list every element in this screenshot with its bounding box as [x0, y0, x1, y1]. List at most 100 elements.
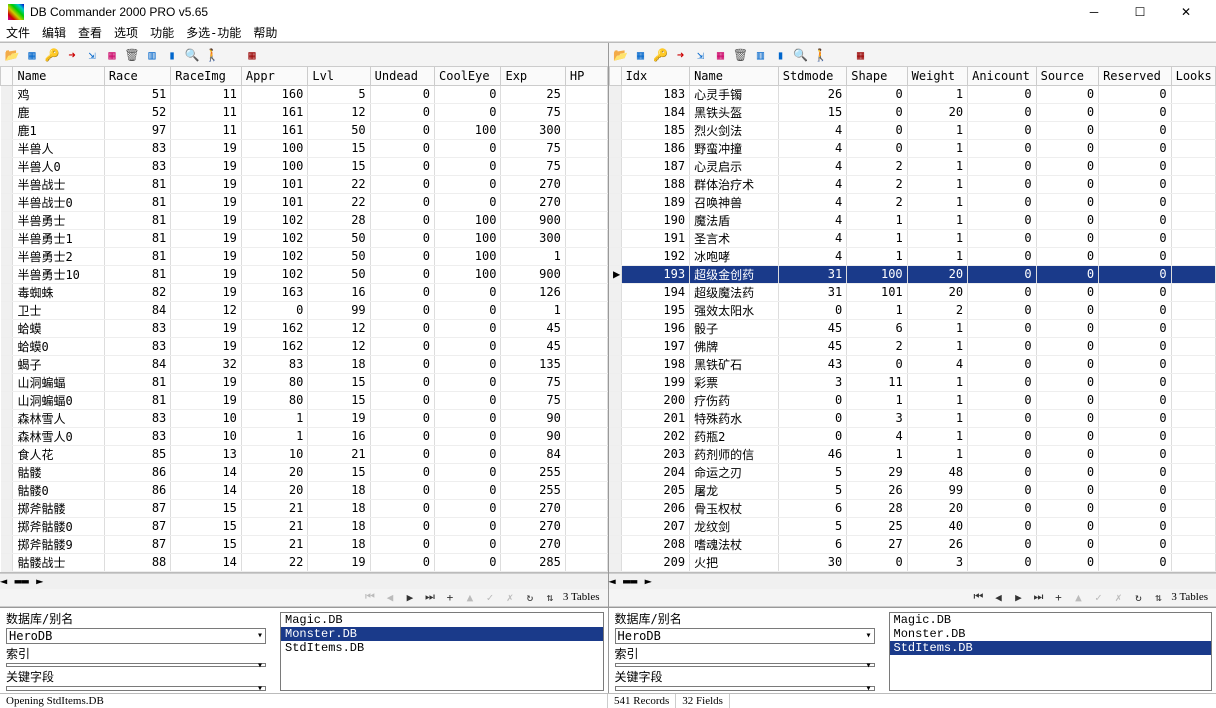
column-header[interactable]: CoolEye: [435, 67, 501, 85]
right-file-list[interactable]: Magic.DBMonster.DBStdItems.DB: [889, 612, 1213, 691]
maximize-button[interactable]: ☐: [1118, 0, 1162, 24]
nav-last[interactable]: ⏭: [423, 590, 437, 604]
column-header[interactable]: Name: [13, 67, 104, 85]
table-row[interactable]: 蝎子8432831800135: [1, 355, 608, 373]
table-row[interactable]: 198黑铁矿石4304000: [609, 355, 1216, 373]
search-icon[interactable]: 🔍: [184, 47, 200, 63]
table-row[interactable]: 鸡511116050025: [1, 85, 608, 103]
table-row[interactable]: 188群体治疗术421000: [609, 175, 1216, 193]
nav-del[interactable]: ▲: [463, 591, 477, 604]
table-row[interactable]: 掷斧骷髅98715211800270: [1, 535, 608, 553]
column-header[interactable]: HP: [565, 67, 607, 85]
table-row[interactable]: 186野蛮冲撞401000: [609, 139, 1216, 157]
blue-import-icon[interactable]: ⇲: [693, 47, 709, 63]
table-row[interactable]: 食人花851310210084: [1, 445, 608, 463]
table-row[interactable]: 半兽战士081191012200270: [1, 193, 608, 211]
table-row[interactable]: 掷斧骷髅08715211800270: [1, 517, 608, 535]
keyfield-combo[interactable]: [6, 686, 266, 691]
column-header[interactable]: Looks: [1171, 67, 1215, 85]
open-icon[interactable]: 📂: [4, 47, 20, 63]
right-hscroll[interactable]: ◄ ▬▬ ►: [609, 573, 1216, 589]
nav-cancel[interactable]: ✗: [503, 591, 517, 604]
table-row[interactable]: 205屠龙52699000: [609, 481, 1216, 499]
db-combo[interactable]: HeroDB: [6, 628, 266, 644]
table-row[interactable]: 209火把3003000: [609, 553, 1216, 571]
nav-refresh[interactable]: ↻: [1131, 591, 1145, 604]
column-header[interactable]: RaceImg: [171, 67, 242, 85]
table-row[interactable]: 184黑铁头盔15020000: [609, 103, 1216, 121]
menu-item[interactable]: 选项: [114, 24, 138, 41]
table-row[interactable]: 183心灵手镯2601000: [609, 85, 1216, 103]
table-row[interactable]: 194超级魔法药3110120000: [609, 283, 1216, 301]
nav-next[interactable]: ▶: [1011, 591, 1025, 604]
search-icon[interactable]: 🔍: [793, 47, 809, 63]
nav-add[interactable]: +: [1051, 591, 1065, 604]
table-row[interactable]: 204命运之刃52948000: [609, 463, 1216, 481]
table-row[interactable]: 鹿19711161500100300: [1, 121, 608, 139]
table-row[interactable]: 森林雪人83101190090: [1, 409, 608, 427]
table-row[interactable]: 203药剂师的信4611000: [609, 445, 1216, 463]
table-row[interactable]: 半兽勇士108119102500100900: [1, 265, 608, 283]
nav-next[interactable]: ▶: [403, 591, 417, 604]
column-header[interactable]: Name: [690, 67, 779, 85]
table-row[interactable]: 189召唤神兽421000: [609, 193, 1216, 211]
menu-item[interactable]: 功能: [150, 24, 174, 41]
table-row[interactable]: 半兽勇士18119102500100300: [1, 229, 608, 247]
table-row[interactable]: 191圣言术411000: [609, 229, 1216, 247]
db-file-item[interactable]: Monster.DB: [890, 627, 1212, 641]
left-hscroll[interactable]: ◄ ▬▬ ►: [0, 573, 608, 589]
db-file-item[interactable]: Magic.DB: [890, 613, 1212, 627]
menu-item[interactable]: 文件: [6, 24, 30, 41]
db-combo[interactable]: HeroDB: [615, 628, 875, 644]
key-icon[interactable]: 🔑: [44, 47, 60, 63]
table-row[interactable]: 骷髅8614201500255: [1, 463, 608, 481]
nav-cancel[interactable]: ✗: [1111, 591, 1125, 604]
db-file-item[interactable]: Magic.DB: [281, 613, 603, 627]
table-row[interactable]: 半兽人08319100150075: [1, 157, 608, 175]
nav-edit[interactable]: ✓: [483, 591, 497, 604]
nav-add[interactable]: +: [443, 591, 457, 604]
minimize-button[interactable]: ─: [1072, 0, 1116, 24]
run-icon[interactable]: 🚶: [204, 47, 220, 63]
box-icon[interactable]: ▥: [144, 47, 160, 63]
table-row[interactable]: 毒蜘蛛82191631600126: [1, 283, 608, 301]
red-arrow-icon[interactable]: ➜: [673, 47, 689, 63]
table-row[interactable]: 蛤蟆08319162120045: [1, 337, 608, 355]
nav-prev[interactable]: ◀: [383, 591, 397, 604]
column-header[interactable]: Exp: [501, 67, 565, 85]
red-arrow-icon[interactable]: ➜: [64, 47, 80, 63]
table-row[interactable]: 森林雪人083101160090: [1, 427, 608, 445]
nav-prev[interactable]: ◀: [991, 591, 1005, 604]
menu-item[interactable]: 多选-功能: [186, 24, 241, 41]
nav-last[interactable]: ⏭: [1031, 590, 1045, 604]
menu-item[interactable]: 查看: [78, 24, 102, 41]
grid-icon[interactable]: ▦: [633, 47, 649, 63]
column-header[interactable]: Anicount: [968, 67, 1037, 85]
nav-filter[interactable]: ⇅: [543, 591, 557, 604]
db-file-item[interactable]: StdItems.DB: [890, 641, 1212, 655]
table-row[interactable]: 206骨玉权杖62820000: [609, 499, 1216, 517]
table-row[interactable]: 骷髅战士8814221900285: [1, 553, 608, 571]
index-combo[interactable]: [615, 663, 875, 668]
table-row[interactable]: 山洞蝙蝠0811980150075: [1, 391, 608, 409]
nav-del[interactable]: ▲: [1071, 591, 1085, 604]
table-row[interactable]: 山洞蝙蝠811980150075: [1, 373, 608, 391]
table-row[interactable]: 半兽勇士8119102280100900: [1, 211, 608, 229]
column-header[interactable]: Race: [104, 67, 170, 85]
blue-bar-icon[interactable]: ▮: [164, 47, 180, 63]
run-icon[interactable]: 🚶: [813, 47, 829, 63]
nav-first[interactable]: ⏮: [971, 590, 985, 604]
left-file-list[interactable]: Magic.DBMonster.DBStdItems.DB: [280, 612, 604, 691]
table-red-icon[interactable]: ▦: [104, 47, 120, 63]
nav-refresh[interactable]: ↻: [523, 591, 537, 604]
table-row[interactable]: 202药瓶2041000: [609, 427, 1216, 445]
table-row[interactable]: 半兽战士81191012200270: [1, 175, 608, 193]
table-row[interactable]: 187心灵启示421000: [609, 157, 1216, 175]
trash-icon[interactable]: 🗑: [124, 47, 140, 63]
table-row[interactable]: 195强效太阳水012000: [609, 301, 1216, 319]
column-header[interactable]: Lvl: [308, 67, 370, 85]
table-row[interactable]: 208嗜魂法杖62726000: [609, 535, 1216, 553]
table-row[interactable]: 卫士8412099001: [1, 301, 608, 319]
blue-bar-icon[interactable]: ▮: [773, 47, 789, 63]
table-row[interactable]: 185烈火剑法401000: [609, 121, 1216, 139]
